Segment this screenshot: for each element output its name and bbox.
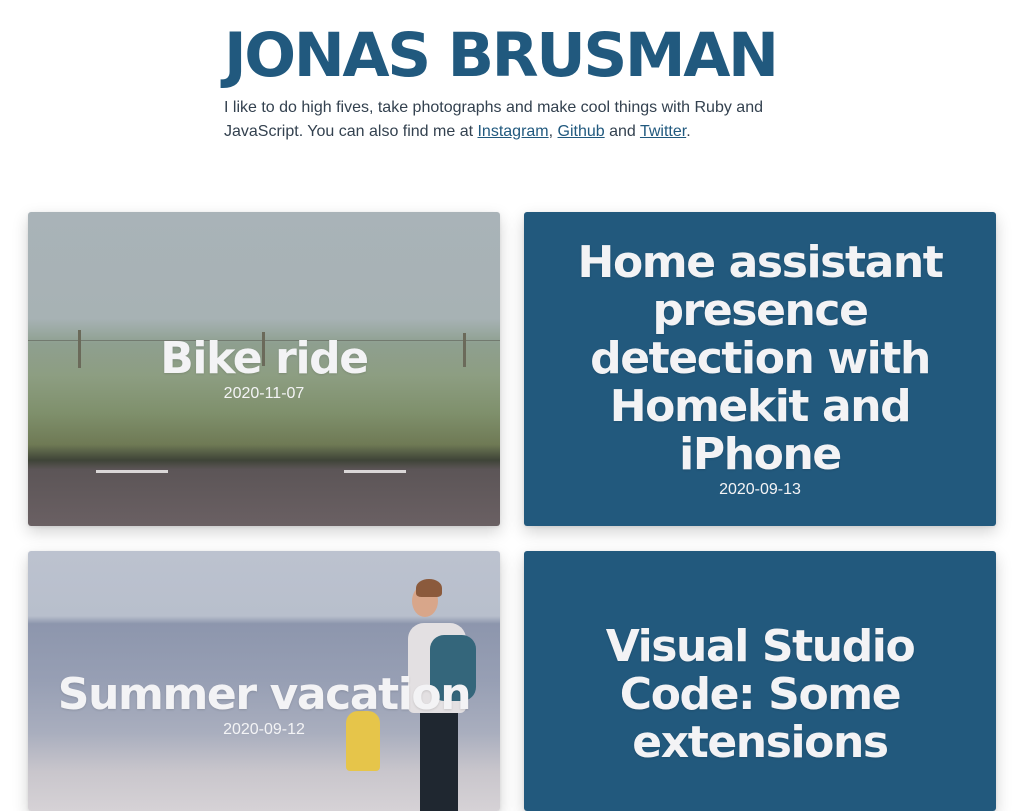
post-date: 2020-11-07 <box>223 384 305 402</box>
intro-separator-and: and <box>604 123 640 140</box>
post-date: 2020-09-12 <box>223 721 305 738</box>
site-title[interactable]: JONAS BRUSMAN <box>224 20 824 92</box>
post-card-vscode-extensions[interactable]: Visual Studio Code: Some extensions <box>524 551 996 811</box>
post-card-overlay: Home assistant presence detection with H… <box>524 212 996 526</box>
twitter-link[interactable]: Twitter <box>640 123 686 140</box>
post-title[interactable]: Home assistant presence detection with H… <box>546 238 974 479</box>
post-title[interactable]: Bike ride <box>160 334 369 383</box>
post-title[interactable]: Visual Studio Code: Some extensions <box>546 623 974 767</box>
site-header: JONAS BRUSMAN I like to do high fives, t… <box>224 20 824 144</box>
post-date: 2020-09-13 <box>719 480 801 498</box>
instagram-link[interactable]: Instagram <box>477 123 548 140</box>
post-card-summer-vacation[interactable]: Summer vacation 2020-09-12 <box>28 551 500 811</box>
intro-separator-comma: , <box>548 123 558 140</box>
intro-paragraph: I like to do high fives, take photograph… <box>224 96 814 144</box>
post-card-overlay: Bike ride 2020-11-07 <box>28 212 500 526</box>
post-card-overlay: Summer vacation 2020-09-12 <box>28 551 500 811</box>
post-title[interactable]: Summer vacation <box>58 671 472 719</box>
post-card-home-assistant[interactable]: Home assistant presence detection with H… <box>524 212 996 526</box>
post-card-bike-ride[interactable]: Bike ride 2020-11-07 <box>28 212 500 526</box>
github-link[interactable]: Github <box>558 123 605 140</box>
intro-end: . <box>686 123 691 140</box>
post-card-overlay: Visual Studio Code: Some extensions <box>524 551 996 811</box>
